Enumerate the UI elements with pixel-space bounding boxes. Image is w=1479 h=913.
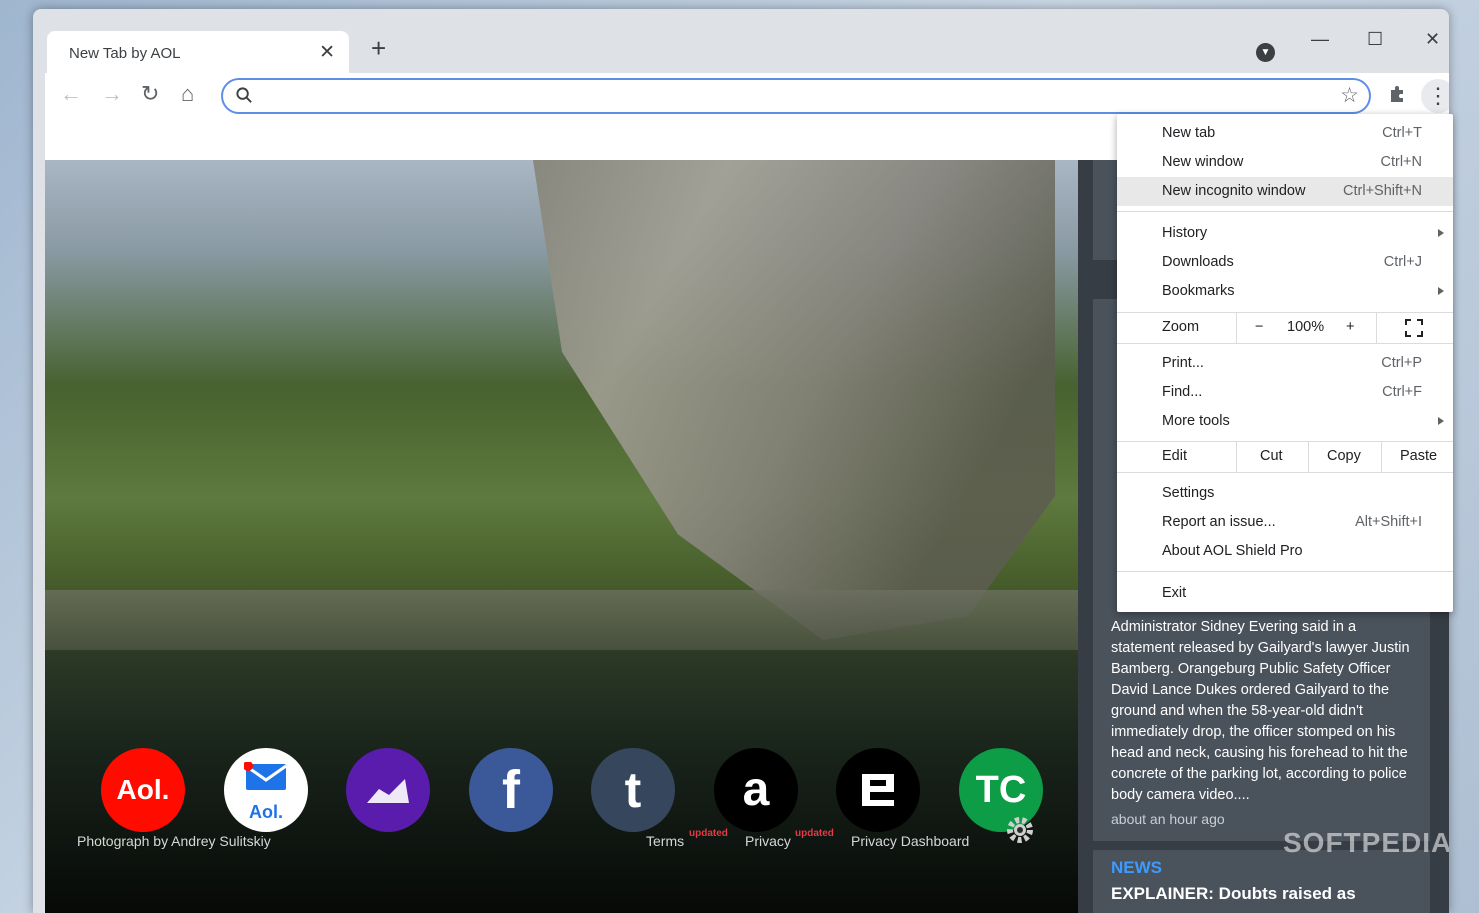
submenu-arrow-icon <box>1438 417 1444 425</box>
shortcut-tumblr[interactable]: t <box>591 748 675 832</box>
news-card-next[interactable]: NEWS EXPLAINER: Doubts raised as <box>1093 850 1430 913</box>
privacy-dashboard-link[interactable]: Privacy Dashboard <box>851 833 969 849</box>
menu-separator <box>1117 343 1453 344</box>
copy-button[interactable]: Copy <box>1327 448 1361 464</box>
reload-icon[interactable]: ↻ <box>141 83 159 105</box>
privacy-updated-badge: updated <box>795 828 834 839</box>
menu-vseparator <box>1308 442 1309 472</box>
menu-separator <box>1117 211 1453 212</box>
background-photo: Aol. Aol. f t a TC Photograph by Andrey … <box>45 160 1078 913</box>
shortcut-engadget[interactable] <box>836 748 920 832</box>
terms-updated-badge: updated <box>689 828 728 839</box>
forward-icon[interactable]: → <box>101 83 123 105</box>
menu-exit[interactable]: Exit <box>1117 579 1453 608</box>
bookmark-star-icon[interactable]: ☆ <box>1340 83 1359 108</box>
tab-title: New Tab by AOL <box>69 45 181 62</box>
shortcut-facebook[interactable]: f <box>469 748 553 832</box>
menu-about[interactable]: About AOL Shield Pro <box>1117 537 1453 566</box>
fullscreen-icon[interactable] <box>1405 319 1423 337</box>
menu-downloads[interactable]: Downloads Ctrl+J <box>1117 248 1453 277</box>
shortcut-stocks[interactable] <box>346 748 430 832</box>
menu-vseparator <box>1376 313 1377 343</box>
menu-find[interactable]: Find... Ctrl+F <box>1117 378 1453 407</box>
menu-report-issue[interactable]: Report an issue... Alt+Shift+I <box>1117 508 1453 537</box>
address-input[interactable] <box>263 85 1317 109</box>
photo-credit: Photograph by Andrey Sulitskiy <box>77 833 271 849</box>
privacy-link[interactable]: Privacy <box>745 833 791 849</box>
tab-close-icon[interactable]: ✕ <box>319 41 335 64</box>
address-bar[interactable]: ☆ <box>221 78 1371 114</box>
menu-vseparator <box>1381 442 1382 472</box>
story-text: Administrator Sidney Evering said in a s… <box>1111 619 1410 803</box>
menu-new-tab[interactable]: New tab Ctrl+T <box>1117 119 1453 148</box>
stocks-chart-icon <box>367 779 409 803</box>
photo-water <box>45 650 1078 913</box>
menu-vseparator <box>1236 442 1237 472</box>
cut-button[interactable]: Cut <box>1260 448 1283 464</box>
news-headline: EXPLAINER: Doubts raised as <box>1111 884 1356 903</box>
browser-menu-button[interactable]: ⋮ <box>1421 79 1449 113</box>
news-category-label: NEWS <box>1111 858 1162 877</box>
menu-vseparator <box>1236 313 1237 343</box>
submenu-arrow-icon <box>1438 287 1444 295</box>
gear-icon[interactable] <box>1005 815 1035 845</box>
photo-cliff <box>533 160 1055 640</box>
close-window-icon[interactable]: ✕ <box>1425 29 1440 50</box>
menu-separator <box>1117 571 1453 572</box>
back-icon[interactable]: ← <box>60 83 82 105</box>
menu-more-tools[interactable]: More tools <box>1117 407 1453 436</box>
softpedia-watermark: SOFTPEDIA <box>1283 827 1449 858</box>
menu-new-incognito-window[interactable]: New incognito window Ctrl+Shift+N <box>1117 177 1453 206</box>
menu-history[interactable]: History <box>1117 219 1453 248</box>
zoom-level: 100% <box>1287 319 1325 335</box>
maximize-icon[interactable]: ☐ <box>1367 29 1383 50</box>
shortcut-amazon[interactable]: a <box>714 748 798 832</box>
zoom-in-button[interactable]: + <box>1346 319 1354 335</box>
search-icon <box>236 87 252 103</box>
paste-button[interactable]: Paste <box>1400 448 1437 464</box>
story-time: about an hour ago <box>1111 811 1225 827</box>
zoom-out-button[interactable]: − <box>1255 319 1263 335</box>
shortcut-aol[interactable]: Aol. <box>101 748 185 832</box>
menu-print[interactable]: Print... Ctrl+P <box>1117 349 1453 378</box>
tab-new-tab[interactable]: New Tab by AOL ✕ <box>47 31 349 73</box>
submenu-arrow-icon <box>1438 229 1444 237</box>
extensions-puzzle-icon[interactable] <box>1387 83 1409 105</box>
minimize-icon[interactable]: — <box>1311 29 1329 50</box>
menu-new-window[interactable]: New window Ctrl+N <box>1117 148 1453 177</box>
menu-bookmarks[interactable]: Bookmarks <box>1117 277 1453 306</box>
shortcut-aol-mail[interactable]: Aol. <box>224 748 308 832</box>
menu-zoom-row: Zoom − 100% + <box>1117 313 1453 343</box>
profile-dropdown-icon[interactable]: ▼ <box>1256 43 1275 62</box>
engadget-logo-icon <box>862 774 894 806</box>
menu-settings[interactable]: Settings <box>1117 479 1453 508</box>
terms-link[interactable]: Terms <box>646 833 684 849</box>
home-icon[interactable]: ⌂ <box>181 83 194 105</box>
browser-menu: New tab Ctrl+T New window Ctrl+N New inc… <box>1117 114 1453 612</box>
menu-edit-row: Edit Cut Copy Paste <box>1117 442 1453 472</box>
photo-shore <box>45 590 1078 650</box>
new-tab-button[interactable]: + <box>371 35 386 61</box>
menu-separator <box>1117 472 1453 473</box>
